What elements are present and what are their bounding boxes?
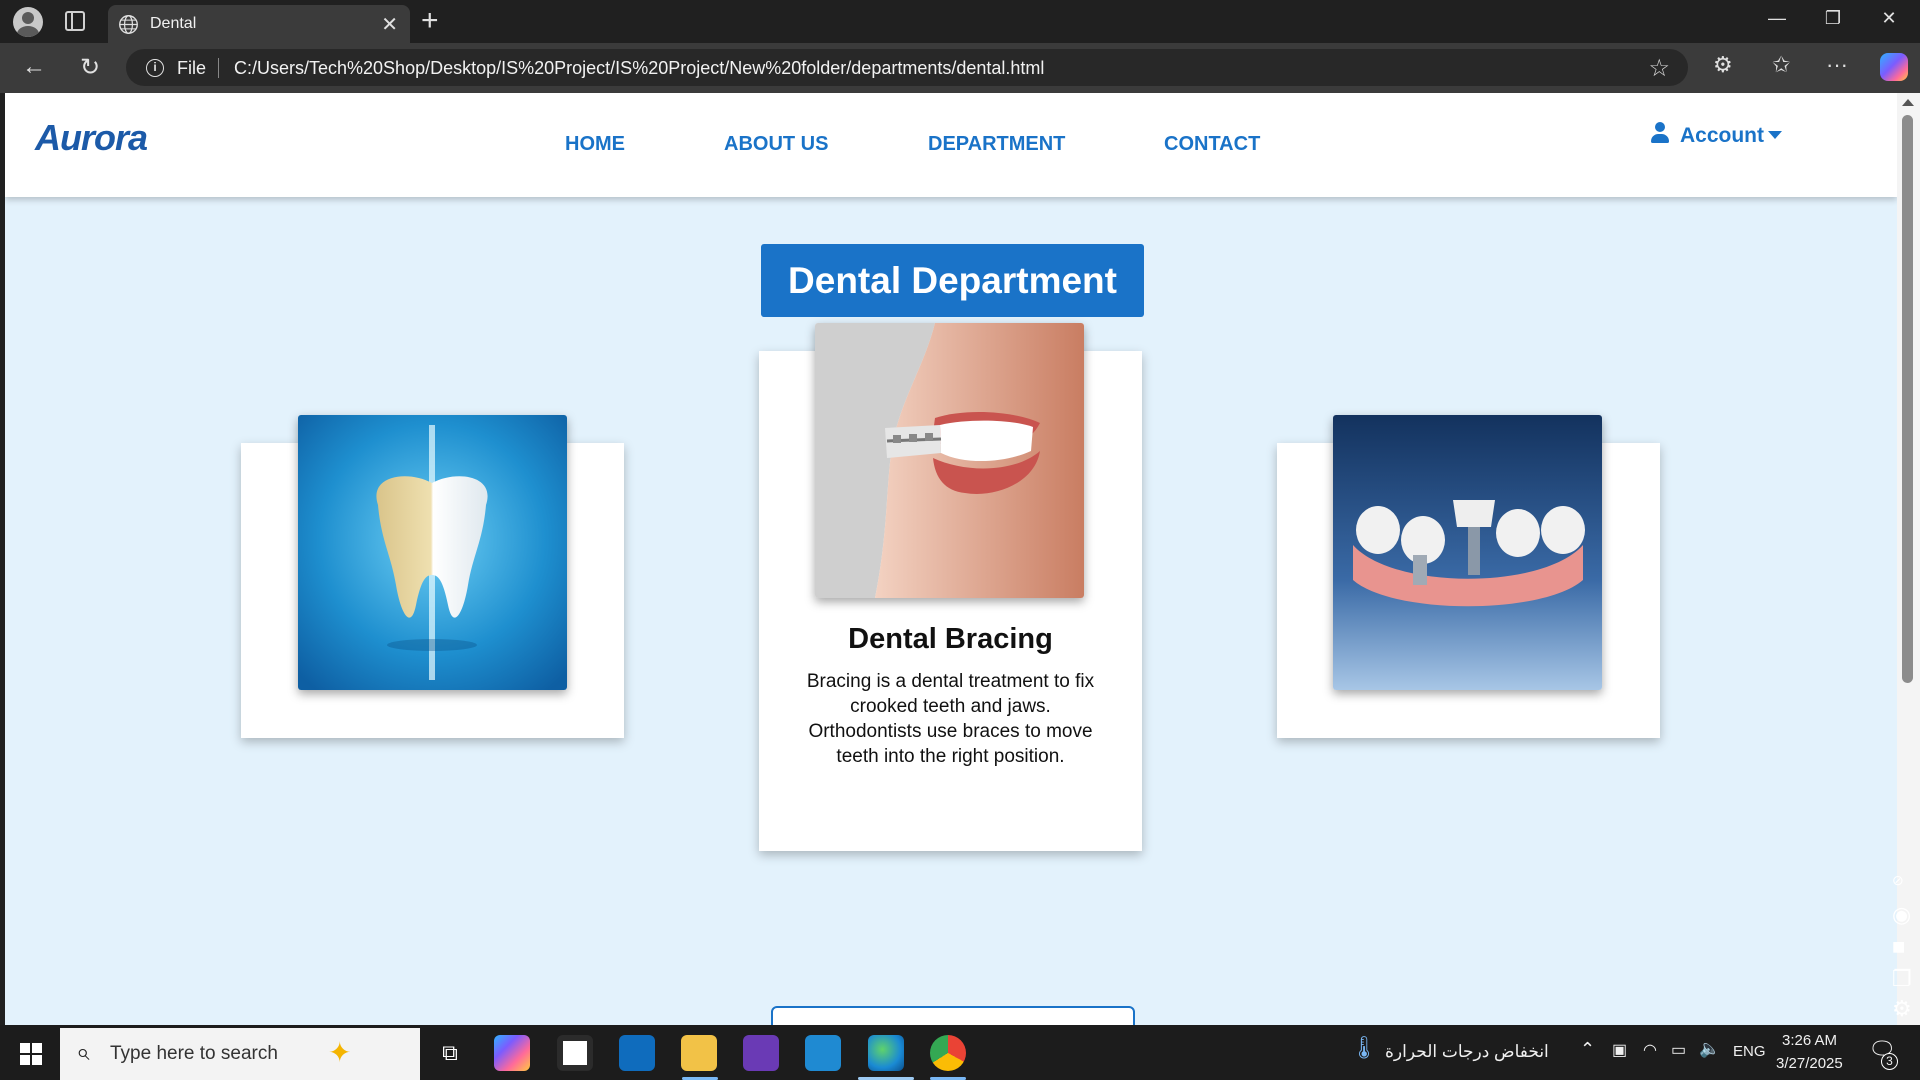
tab-title: Dental	[150, 15, 197, 32]
vscode-icon[interactable]	[805, 1035, 841, 1071]
settings-gear-icon[interactable]: ⚙	[1892, 996, 1912, 1022]
windows-start-icon[interactable]	[20, 1043, 42, 1065]
meet-icon[interactable]: ▣	[1612, 1040, 1627, 1060]
language-indicator[interactable]: ENG	[1733, 1043, 1766, 1060]
weather-text[interactable]: انخفاض درجات الحرارة	[1385, 1042, 1549, 1062]
restore-icon[interactable]: ❐	[1813, 8, 1853, 29]
side-tools-panel: ⊘ ◉ ■ ❐ ⚙	[1886, 872, 1920, 1025]
account-label: Account	[1680, 124, 1764, 147]
card-description: Bracing is a dental treatment to fix cro…	[806, 671, 1095, 767]
notification-badge: 3	[1881, 1053, 1898, 1070]
close-tab-icon[interactable]: ✕	[381, 12, 398, 37]
sparkle-icon: ✦	[328, 1037, 352, 1068]
copilot-icon[interactable]	[1880, 53, 1908, 81]
page-viewport: Aurora HOME ABOUT US DEPARTMENT CONTACT …	[5, 93, 1897, 1025]
search-placeholder: Type here to search	[110, 1043, 278, 1064]
edge-icon[interactable]	[868, 1035, 904, 1071]
nav-department[interactable]: DEPARTMENT	[928, 133, 1065, 156]
file-explorer-icon[interactable]	[681, 1035, 717, 1071]
windows-icon[interactable]: ❐	[1892, 966, 1912, 992]
taskbar-search[interactable]: ⌕ Type here to search ✦	[60, 1028, 420, 1080]
url-field[interactable]: i File C:/Users/Tech%20Shop/Desktop/IS%2…	[126, 49, 1688, 86]
minimize-icon[interactable]: —	[1757, 8, 1797, 29]
info-icon[interactable]: i	[146, 59, 164, 77]
dental-implant-image	[1333, 415, 1602, 690]
card-title: Dental Bracing	[848, 623, 1053, 655]
user-icon	[1650, 122, 1670, 144]
caret-down-icon	[1768, 131, 1782, 139]
new-tab-icon[interactable]: +	[421, 4, 439, 38]
tab-bar: Dental ✕ + — ❐ ✕	[0, 0, 1920, 43]
clock-date[interactable]: 3/27/2025	[1776, 1055, 1843, 1072]
nav-about-us[interactable]: ABOUT US	[724, 133, 828, 156]
site-header: Aurora HOME ABOUT US DEPARTMENT CONTACT …	[5, 93, 1897, 197]
browser-tab[interactable]: Dental ✕	[108, 5, 410, 43]
volume-icon[interactable]: 🔈	[1699, 1039, 1720, 1059]
copilot-app-icon[interactable]	[494, 1035, 530, 1071]
tab-actions-icon[interactable]	[65, 11, 85, 31]
nav-contact[interactable]: CONTACT	[1164, 133, 1260, 156]
thermometer-icon[interactable]: 🌡	[1350, 1035, 1378, 1061]
site-logo[interactable]: Aurora	[35, 117, 148, 159]
profile-avatar-icon[interactable]	[13, 7, 43, 37]
visual-studio-icon[interactable]	[743, 1035, 779, 1071]
account-menu[interactable]: Account	[1650, 122, 1782, 148]
url-text[interactable]: C:/Users/Tech%20Shop/Desktop/IS%20Projec…	[234, 58, 1044, 79]
page-title: Dental Department	[761, 244, 1144, 317]
globe-icon	[119, 15, 138, 34]
braces-smile-image	[815, 323, 1084, 598]
task-view-icon[interactable]: ⧉	[432, 1035, 468, 1071]
favorite-star-icon[interactable]: ☆	[1648, 54, 1670, 83]
outlook-icon[interactable]	[619, 1035, 655, 1071]
taskbar: ⌕ Type here to search ✦ ⧉ 🌡 انخفاض درجات…	[0, 1025, 1920, 1080]
store-icon[interactable]	[557, 1035, 593, 1071]
back-icon[interactable]: ←	[18, 53, 50, 81]
divider	[218, 58, 219, 78]
video-icon[interactable]: ■	[1892, 934, 1905, 960]
chevron-up-icon[interactable]: ⌃	[1580, 1039, 1595, 1060]
nav-home[interactable]: HOME	[565, 133, 625, 156]
camera-icon[interactable]: ◉	[1892, 902, 1911, 928]
address-bar: ← ↻ i File C:/Users/Tech%20Shop/Desktop/…	[0, 43, 1920, 93]
more-menu-icon[interactable]: ···	[1826, 52, 1848, 78]
scroll-up-arrow-icon[interactable]	[1902, 99, 1914, 106]
scroll-thumb[interactable]	[1902, 115, 1913, 683]
close-window-icon[interactable]: ✕	[1869, 8, 1909, 29]
search-icon: ⌕	[76, 1039, 90, 1066]
extensions-icon[interactable]: ⚙	[1713, 52, 1733, 78]
chrome-icon[interactable]	[930, 1035, 966, 1071]
wifi-icon[interactable]: ◠	[1643, 1040, 1657, 1060]
battery-icon[interactable]: ▭	[1671, 1040, 1686, 1060]
clock-time[interactable]: 3:26 AM	[1782, 1032, 1837, 1049]
file-label: File	[177, 58, 207, 78]
next-section-card	[771, 1006, 1135, 1025]
tooth-whitening-image	[298, 415, 567, 690]
favorites-icon[interactable]: ✩	[1772, 52, 1790, 78]
pin-icon[interactable]: ⊘	[1892, 872, 1904, 889]
refresh-icon[interactable]: ↻	[74, 53, 106, 82]
